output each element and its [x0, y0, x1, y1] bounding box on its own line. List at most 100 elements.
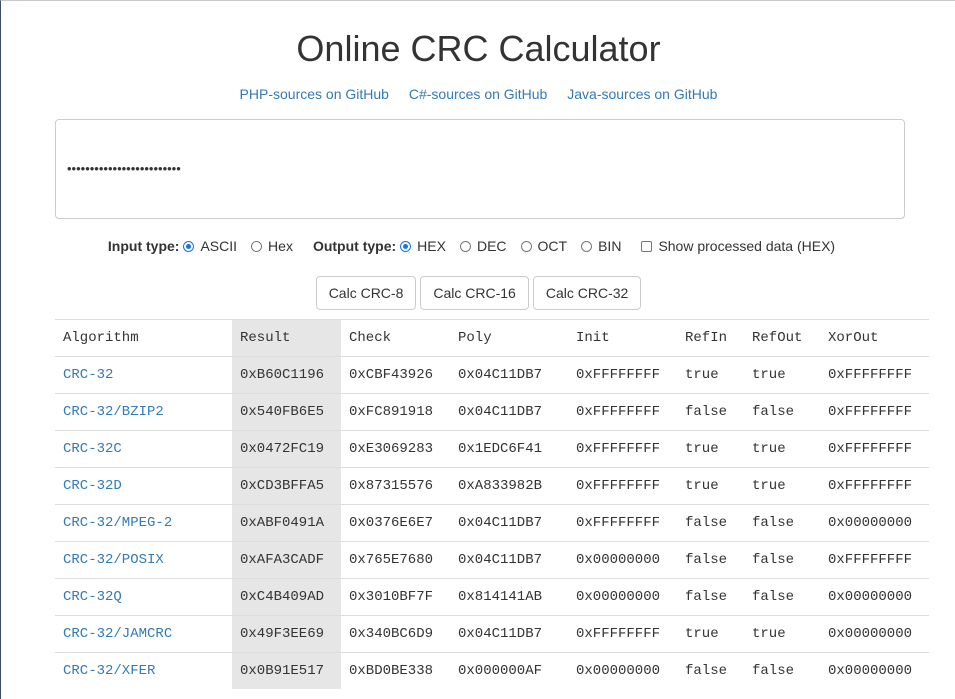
input-type-ascii-radio[interactable] [183, 240, 195, 252]
cell-algorithm: CRC-32/XFER [55, 652, 232, 689]
cell-xorout: 0xFFFFFFFF [820, 430, 929, 468]
cell-init: 0xFFFFFFFF [568, 467, 677, 505]
input-type-label: Input type: [107, 238, 180, 254]
cell-refout: false [744, 504, 820, 542]
cell-poly: 0x04C11DB7 [450, 356, 568, 394]
options-bar: Input type: ASCII Hex Output type: HEX D… [1, 235, 955, 257]
cell-refout: false [744, 541, 820, 579]
cell-check: 0x0376E6E7 [341, 504, 450, 542]
cell-check: 0xCBF43926 [341, 356, 450, 394]
input-type-hex-label: Hex [268, 238, 293, 254]
header-poly: Poly [450, 319, 568, 357]
table-row: CRC-32/JAMCRC 0x49F3EE69 0x340BC6D9 0x04C11… [55, 615, 929, 653]
header-result: Result [232, 319, 341, 357]
algorithm-link[interactable]: CRC-32/POSIX [63, 552, 164, 568]
github-links: PHP-sources on GitHub C#-sources on GitH… [1, 85, 955, 103]
cell-init: 0xFFFFFFFF [568, 504, 677, 542]
cell-poly: 0x814141AB [450, 578, 568, 616]
cell-refout: false [744, 652, 820, 689]
output-type-hex[interactable]: HEX [400, 238, 446, 254]
cell-check: 0x765E7680 [341, 541, 450, 579]
cell-result: 0xCD3BFFA5 [232, 467, 341, 505]
cell-init: 0xFFFFFFFF [568, 430, 677, 468]
csharp-sources-link[interactable]: C#-sources on GitHub [409, 86, 548, 102]
calc-crc32-button[interactable]: Calc CRC-32 [532, 276, 642, 310]
header-init: Init [568, 319, 677, 357]
table-row: CRC-32Q 0xC4B409AD 0x3010BF7F 0x814141AB 0x0… [55, 578, 929, 616]
cell-poly: 0x04C11DB7 [450, 541, 568, 579]
cell-algorithm: CRC-32Q [55, 578, 232, 616]
output-type-bin-label: BIN [598, 238, 622, 254]
cell-refout: false [744, 578, 820, 616]
algorithm-link[interactable]: CRC-32/XFER [63, 663, 155, 679]
output-type-hex-label: HEX [417, 238, 446, 254]
output-type-oct[interactable]: OCT [520, 238, 568, 254]
cell-refout: true [744, 615, 820, 653]
cell-algorithm: CRC-32/BZIP2 [55, 393, 232, 431]
cell-algorithm: CRC-32 [55, 356, 232, 394]
output-type-bin[interactable]: BIN [581, 238, 621, 254]
output-type-bin-radio[interactable] [581, 240, 593, 252]
cell-algorithm: CRC-32/JAMCRC [55, 615, 232, 653]
calc-buttons: Calc CRC-8 Calc CRC-16 Calc CRC-32 [1, 276, 955, 310]
header-refout: RefOut [744, 319, 820, 357]
cell-poly: 0x04C11DB7 [450, 615, 568, 653]
show-processed-checkbox[interactable] [641, 240, 653, 252]
output-type-dec-radio[interactable] [459, 240, 471, 252]
cell-check: 0x87315576 [341, 467, 450, 505]
cell-refin: false [677, 652, 744, 689]
algorithm-link[interactable]: CRC-32/MPEG-2 [63, 515, 172, 531]
java-sources-link[interactable]: Java-sources on GitHub [567, 86, 717, 102]
cell-xorout: 0x00000000 [820, 504, 929, 542]
cell-poly: 0x04C11DB7 [450, 504, 568, 542]
output-type-oct-radio[interactable] [520, 240, 532, 252]
cell-init: 0xFFFFFFFF [568, 393, 677, 431]
cell-poly: 0x000000AF [450, 652, 568, 689]
cell-poly: 0x1EDC6F41 [450, 430, 568, 468]
algorithm-link[interactable]: CRC-32/JAMCRC [63, 626, 172, 642]
cell-xorout: 0x00000000 [820, 615, 929, 653]
table-row: CRC-32/BZIP2 0x540FB6E5 0xFC891918 0x04C11D… [55, 393, 929, 431]
output-type-dec[interactable]: DEC [459, 238, 507, 254]
page-title: Online CRC Calculator [296, 28, 661, 69]
php-sources-link[interactable]: PHP-sources on GitHub [240, 86, 389, 102]
algorithm-link[interactable]: CRC-32Q [63, 589, 122, 605]
algorithm-link[interactable]: CRC-32D [63, 478, 122, 494]
cell-result: 0xABF0491A [232, 504, 341, 542]
cell-init: 0x00000000 [568, 541, 677, 579]
cell-refout: true [744, 467, 820, 505]
output-type-hex-radio[interactable] [400, 240, 412, 252]
cell-init: 0xFFFFFFFF [568, 356, 677, 394]
calc-crc8-button[interactable]: Calc CRC-8 [315, 276, 417, 310]
cell-algorithm: CRC-32D [55, 467, 232, 505]
cell-xorout: 0x00000000 [820, 652, 929, 689]
cell-xorout: 0xFFFFFFFF [820, 541, 929, 579]
input-type-hex-radio[interactable] [251, 240, 263, 252]
cell-result: 0x49F3EE69 [232, 615, 341, 653]
calc-crc16-button[interactable]: Calc CRC-16 [420, 276, 529, 310]
cell-check: 0xBD0BE338 [341, 652, 450, 689]
algorithm-link[interactable]: CRC-32/BZIP2 [63, 404, 164, 420]
table-header-row: Algorithm Result Check Poly Init RefIn R… [55, 319, 929, 357]
output-type-oct-label: OCT [537, 238, 568, 254]
table-row: CRC-32C 0x0472FC19 0xE3069283 0x1EDC6F41 0xF… [55, 430, 929, 468]
table-row: CRC-32D 0xCD3BFFA5 0x87315576 0xA833982B 0xF… [55, 467, 929, 505]
cell-check: 0x3010BF7F [341, 578, 450, 616]
header-xorout: XorOut [820, 319, 929, 357]
show-processed-option[interactable]: Show processed data (HEX) [641, 238, 835, 254]
cell-algorithm: CRC-32/MPEG-2 [55, 504, 232, 542]
header-check: Check [341, 319, 450, 357]
cell-algorithm: CRC-32C [55, 430, 232, 468]
data-input[interactable]: ••••••••••••••••••••••••• [55, 119, 905, 219]
cell-check: 0x340BC6D9 [341, 615, 450, 653]
algorithm-link[interactable]: CRC-32C [63, 441, 122, 457]
output-type-label: Output type: [312, 238, 397, 254]
table-row: CRC-32 0xB60C1196 0xCBF43926 0x04C11DB7 0xFF… [55, 356, 929, 394]
cell-refin: false [677, 578, 744, 616]
input-type-hex[interactable]: Hex [251, 238, 293, 254]
algorithm-link[interactable]: CRC-32 [63, 367, 113, 383]
cell-refin: false [677, 541, 744, 579]
header-algorithm: Algorithm [55, 319, 232, 357]
input-type-ascii[interactable]: ASCII [183, 238, 237, 254]
cell-refout: true [744, 430, 820, 468]
